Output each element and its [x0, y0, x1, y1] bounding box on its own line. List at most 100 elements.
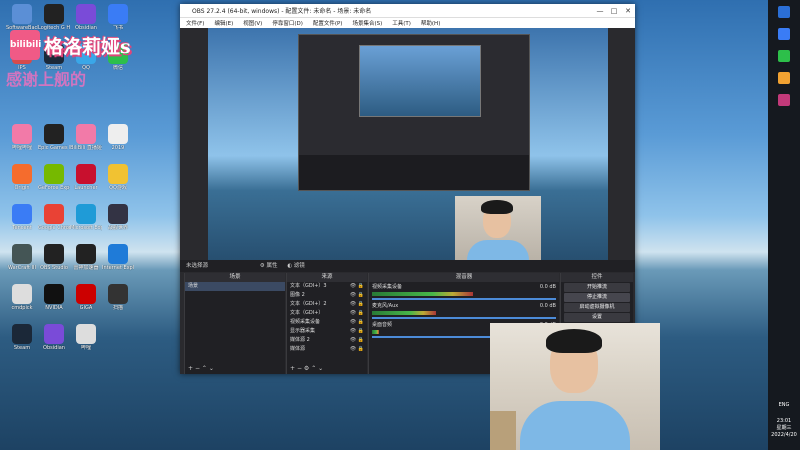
source-item[interactable]: 👁 🔒 文本（GDI+）2: [287, 300, 367, 309]
control-button[interactable]: 启动虚拟摄像机: [564, 303, 630, 312]
app-icon: [44, 204, 64, 224]
minimize-icon[interactable]: —: [593, 7, 607, 15]
visibility-lock-icon[interactable]: 👁 🔒: [350, 282, 364, 291]
visibility-lock-icon[interactable]: 👁 🔒: [350, 318, 364, 327]
channel-label: 麦克风/Aux: [372, 303, 399, 309]
source-item[interactable]: 👁 🔒 图像 2: [287, 291, 367, 300]
desktop-icon[interactable]: 战舰世界: [102, 204, 134, 231]
close-icon[interactable]: ✕: [621, 7, 635, 15]
source-item[interactable]: 👁 🔒 显示器采集: [287, 327, 367, 336]
volume-slider[interactable]: [372, 317, 556, 319]
menu-item[interactable]: 场景集合(S): [352, 19, 382, 27]
app-icon: [108, 4, 128, 24]
up-icon[interactable]: ⌃: [311, 365, 316, 372]
desktop-icon-label: 哔哩: [80, 345, 91, 351]
desktop-icon[interactable]: WarCraft III: [6, 244, 38, 271]
desktop-icon[interactable]: Logitech G HUB: [38, 4, 70, 31]
desktop-icon[interactable]: 2019: [102, 124, 134, 151]
desktop-icon[interactable]: NVIDIA: [38, 284, 70, 311]
menu-item[interactable]: 编辑(E): [214, 19, 233, 27]
desktop-icon[interactable]: 扫描: [102, 284, 134, 311]
desktop-icon[interactable]: Microsoft Edge: [70, 204, 102, 231]
gear-icon[interactable]: ⚙: [304, 365, 309, 372]
app-icon: [12, 244, 32, 264]
source-item[interactable]: 👁 🔒 媒体源 2: [287, 336, 367, 345]
desktop-icon[interactable]: Obsidian: [70, 4, 102, 31]
menu-item[interactable]: 配置文件(P): [313, 19, 343, 27]
visibility-lock-icon[interactable]: 👁 🔒: [350, 291, 364, 300]
clock-time[interactable]: 23:01: [768, 418, 800, 425]
desktop-icon[interactable]: 哔哩哔哩: [6, 124, 38, 151]
mixer-title: 混音器: [369, 273, 559, 282]
desktop-icon[interactable]: Steam: [6, 324, 38, 351]
desktop-icon[interactable]: cmdpick: [6, 284, 38, 311]
add-icon[interactable]: +: [188, 365, 193, 372]
desktop-icon[interactable]: 雷神加速器: [70, 244, 102, 271]
app-icon: [44, 244, 64, 264]
source-item[interactable]: 👁 🔒 文本（GDI+）3: [287, 282, 367, 291]
visibility-lock-icon[interactable]: 👁 🔒: [350, 309, 364, 318]
desktop-icon-label: Launcher: [74, 185, 98, 191]
app-icon: [76, 244, 96, 264]
control-button[interactable]: 停止推流: [564, 293, 630, 302]
source-item[interactable]: 👁 🔒 文本（GDI+）: [287, 309, 367, 318]
desktop-icon-label: Epic Games Launcher: [38, 145, 70, 151]
app-icon: [76, 324, 96, 344]
desktop-icon[interactable]: BiliBili 直播姬: [70, 124, 102, 151]
clock-date[interactable]: 2022/4/20: [768, 432, 800, 439]
taskbar-app-icon[interactable]: [778, 6, 790, 18]
desktop-icon[interactable]: SoftwareBackup: [6, 4, 38, 31]
desktop-icon[interactable]: GIGA: [70, 284, 102, 311]
desktop-icon[interactable]: Google Chrome: [38, 204, 70, 231]
desktop-icon-label: GIGA: [79, 305, 93, 311]
clock-day[interactable]: 星期三: [768, 425, 800, 432]
desktop-icon[interactable]: GeForce Experience: [38, 164, 70, 191]
menu-item[interactable]: 文件(F): [186, 19, 204, 27]
remove-icon[interactable]: −: [195, 365, 200, 372]
taskbar-app-icon[interactable]: [778, 72, 790, 84]
source-item[interactable]: 👁 🔒 媒体源: [287, 345, 367, 354]
down-icon[interactable]: ⌄: [318, 365, 323, 372]
desktop-icon[interactable]: Tencent: [6, 204, 38, 231]
scene-item[interactable]: 场景: [185, 282, 285, 291]
taskbar-app-icon[interactable]: [778, 50, 790, 62]
app-icon: [44, 324, 64, 344]
taskbar-app-icon[interactable]: [778, 94, 790, 106]
app-icon: [12, 284, 32, 304]
desktop-icon[interactable]: 飞书: [102, 4, 134, 31]
source-item[interactable]: 👁 🔒 视频采集设备: [287, 318, 367, 327]
mixer-channel: 麦克风/Aux 0.0 dB: [372, 303, 556, 319]
taskbar-app-icon[interactable]: [778, 28, 790, 40]
desktop-icon[interactable]: 哔哩: [70, 324, 102, 351]
input-language[interactable]: ENG: [768, 402, 800, 409]
menu-item[interactable]: 帮助(H): [421, 19, 440, 27]
desktop-icon[interactable]: Epic Games Launcher: [38, 124, 70, 151]
visibility-lock-icon[interactable]: 👁 🔒: [350, 300, 364, 309]
add-icon[interactable]: +: [290, 365, 295, 372]
filters-button[interactable]: ◐ 滤镜: [287, 263, 305, 269]
visibility-lock-icon[interactable]: 👁 🔒: [350, 327, 364, 336]
down-icon[interactable]: ⌄: [209, 365, 214, 372]
desktop-icon[interactable]: Origin: [6, 164, 38, 191]
desktop-icon[interactable]: Internet Explorer: [102, 244, 134, 271]
desktop-icon[interactable]: OBS Studio: [38, 244, 70, 271]
menu-item[interactable]: 停靠窗口(D): [272, 19, 303, 27]
volume-slider[interactable]: [372, 298, 556, 300]
mixer-channel-name: 视频采集设备 0.0 dB: [372, 284, 556, 291]
desktop-icon[interactable]: Launcher: [70, 164, 102, 191]
up-icon[interactable]: ⌃: [202, 365, 207, 372]
control-button[interactable]: 开始推流: [564, 283, 630, 292]
maximize-icon[interactable]: □: [607, 7, 621, 15]
menu-item[interactable]: 工具(T): [392, 19, 411, 27]
visibility-lock-icon[interactable]: 👁 🔒: [350, 336, 364, 345]
visibility-lock-icon[interactable]: 👁 🔒: [350, 345, 364, 354]
channel-db: 0.0 dB: [539, 303, 556, 309]
control-button[interactable]: 设置: [564, 313, 630, 322]
menu-item[interactable]: 视图(V): [243, 19, 262, 27]
desktop-icon[interactable]: Obsidian: [38, 324, 70, 351]
obs-preview[interactable]: [208, 28, 608, 260]
desktop-icon-label: GeForce Experience: [38, 185, 70, 191]
remove-icon[interactable]: −: [297, 365, 302, 372]
properties-button[interactable]: ⚙ 属性: [260, 263, 278, 269]
desktop-icon[interactable]: QQ游戏: [102, 164, 134, 191]
